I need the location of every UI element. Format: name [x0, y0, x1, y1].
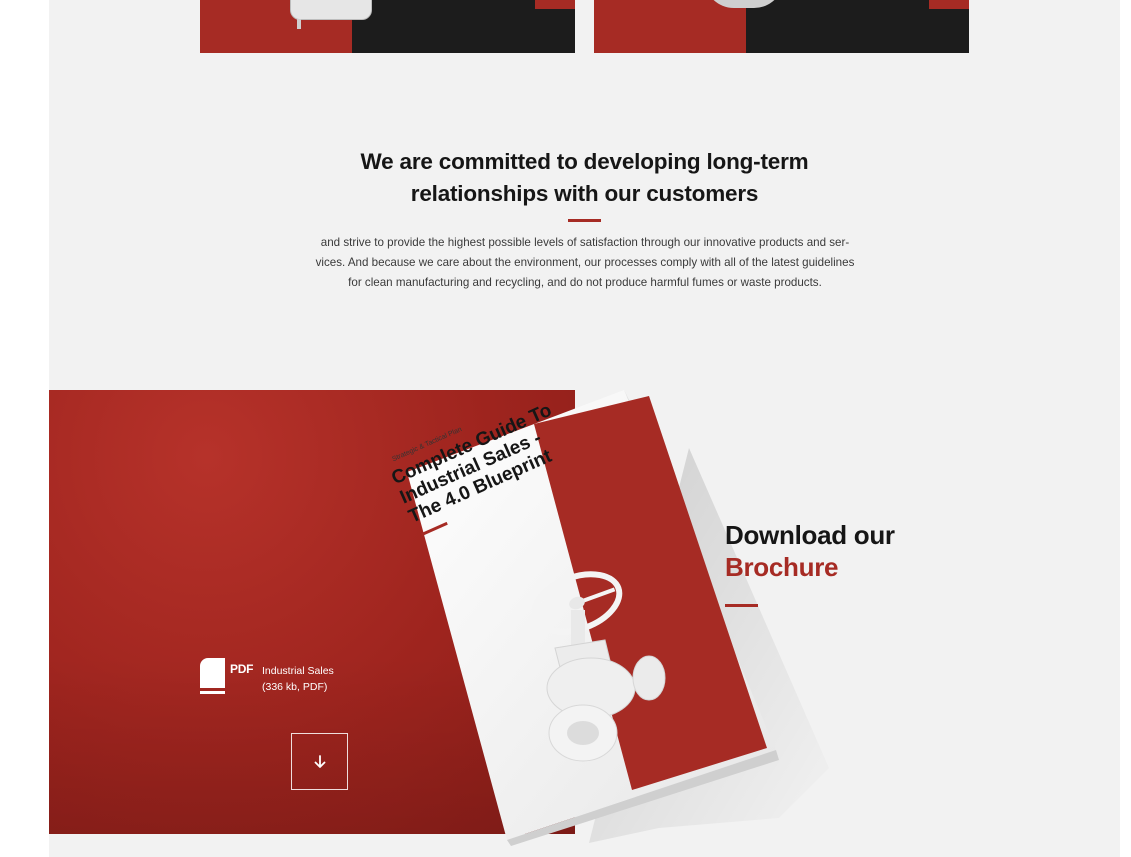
product-card-1[interactable]	[200, 0, 575, 53]
product-card-red-panel	[594, 0, 746, 53]
commitment-heading: We are committed to developing long-term…	[49, 146, 1120, 210]
product-card-2[interactable]	[594, 0, 969, 53]
download-brochure-button[interactable]	[291, 733, 348, 790]
pdf-icon	[200, 658, 227, 696]
commitment-paragraph: and strive to provide the highest possib…	[299, 233, 871, 293]
download-heading: Download our Brochure	[725, 519, 895, 583]
commitment-paragraph-line-2: vices. And because we care about the env…	[315, 256, 855, 269]
download-heading-divider	[725, 604, 758, 607]
page-section: We are committed to developing long-term…	[49, 0, 1120, 857]
heading-divider	[568, 219, 601, 222]
arrow-down-icon	[314, 754, 325, 768]
commitment-paragraph-line-1: and strive to provide the highest possib…	[320, 236, 850, 249]
pdf-icon-sheet	[200, 658, 225, 688]
commitment-paragraph-line-3: for clean manufacturing and recycling, a…	[348, 276, 822, 289]
brochure-file-info: PDF Industrial Sales (336 kb, PDF)	[200, 658, 360, 698]
pdf-icon-base	[200, 691, 225, 694]
commitment-heading-line-1: We are committed to developing long-term	[360, 149, 809, 174]
download-heading-accent: Brochure	[725, 552, 839, 582]
product-card-corner-accent	[929, 0, 969, 9]
file-name: Industrial Sales	[262, 665, 334, 677]
pdf-tag: PDF	[230, 662, 254, 676]
download-heading-line-1: Download our	[725, 520, 895, 550]
commitment-heading-line-2: relationships with our customers	[410, 181, 759, 206]
product-image	[290, 0, 372, 29]
product-card-corner-accent	[535, 0, 575, 9]
file-size-type: (336 kb, PDF)	[262, 681, 328, 693]
